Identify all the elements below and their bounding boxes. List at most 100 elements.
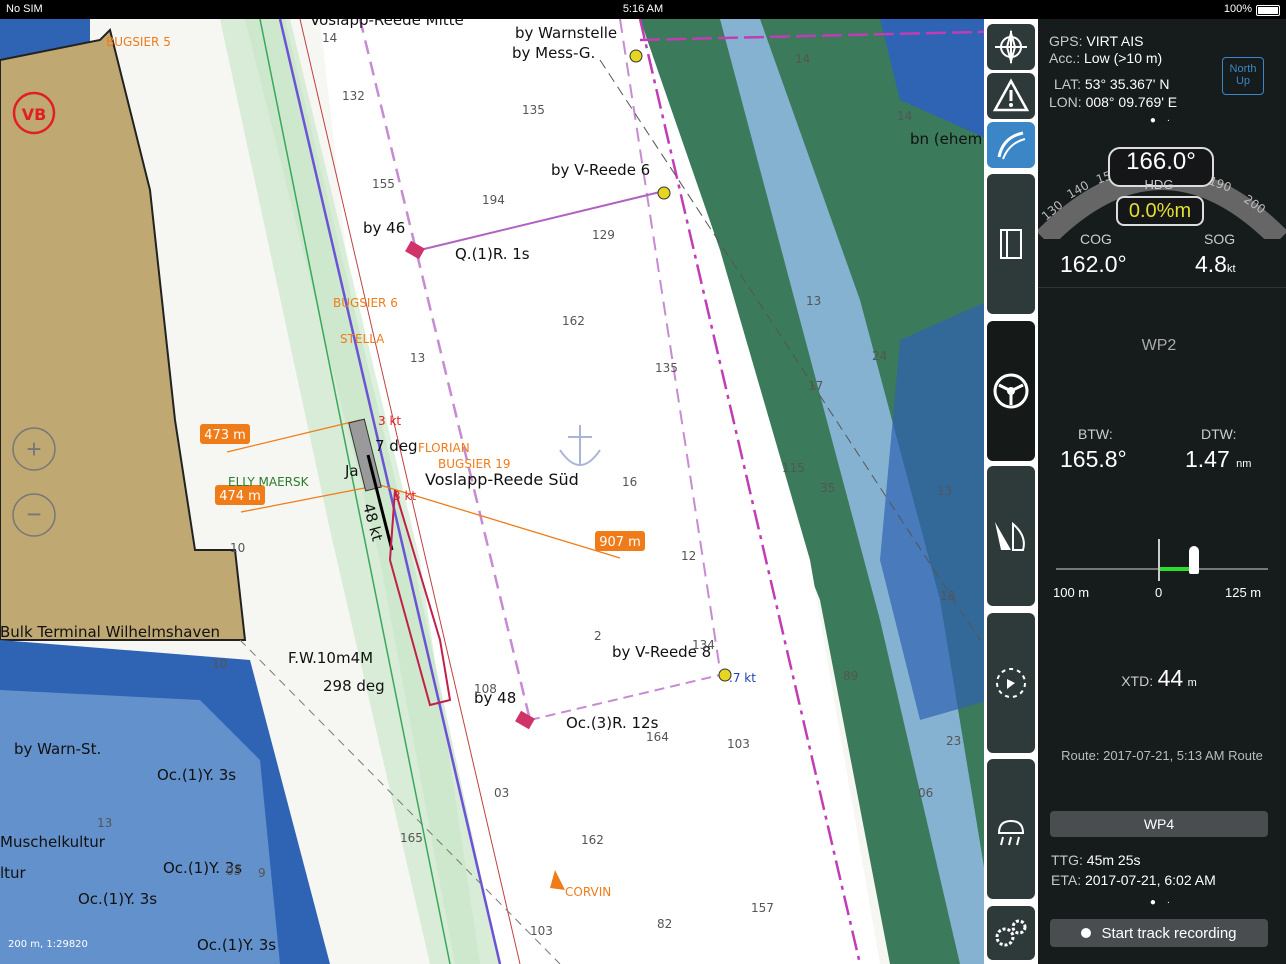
depth-sounding: 12 xyxy=(681,549,696,563)
svg-text:by V-Reede 6: by V-Reede 6 xyxy=(551,161,650,179)
clock: 5:16 AM xyxy=(622,3,664,15)
eta-row: ETA: 2017-07-21, 6:02 AM xyxy=(1051,872,1216,888)
btw-label: BTW: xyxy=(1078,426,1113,442)
warning-icon xyxy=(993,78,1029,112)
cross-track-center xyxy=(1158,539,1160,581)
depth-sounding: 135 xyxy=(522,103,545,117)
anchor-alarm-button[interactable] xyxy=(987,613,1035,753)
svg-text:3 kt: 3 kt xyxy=(393,489,416,503)
depth-sounding: 17 xyxy=(808,379,823,393)
svg-text:473 m: 473 m xyxy=(204,428,246,443)
route-button[interactable] xyxy=(987,122,1035,168)
svg-text:by Warn-St.: by Warn-St. xyxy=(14,740,101,758)
depth-sounding: 132 xyxy=(342,89,365,103)
ttg-row: TTG: 45m 25s xyxy=(1051,852,1141,868)
xtd-row: XTD: 44 m xyxy=(1121,665,1197,691)
depth-sounding: 162 xyxy=(581,833,604,847)
svg-text:Muschelkultur: Muschelkultur xyxy=(0,833,106,851)
svg-text:ltur: ltur xyxy=(0,864,27,882)
depth-sounding: 103 xyxy=(727,737,750,751)
compass-button[interactable] xyxy=(987,24,1035,70)
depth-sounding: 10 xyxy=(212,657,227,671)
svg-text:Voslapp-Reede Süd: Voslapp-Reede Süd xyxy=(425,470,579,489)
svg-text:by 46: by 46 xyxy=(363,219,405,237)
depth-sounding: 165 xyxy=(400,831,423,845)
anchor-alarm-icon xyxy=(996,668,1026,698)
svg-text:Oc.(1)Y. 3s: Oc.(1)Y. 3s xyxy=(197,936,276,954)
depth-sounding: 2 xyxy=(594,629,602,643)
warnings-button[interactable] xyxy=(987,73,1035,119)
svg-text:F.W.10m4M: F.W.10m4M xyxy=(288,649,373,667)
current-waypoint: WP2 xyxy=(1141,337,1177,354)
depth-sounding: 03 xyxy=(226,864,241,878)
depth-sounding: 9 xyxy=(258,866,266,880)
depth-sounding: 13 xyxy=(410,351,425,365)
xte-left-label: 100 m xyxy=(1053,585,1090,600)
gps-row: GPS: VIRT AIS xyxy=(1049,33,1144,49)
dtw-label: DTW: xyxy=(1201,426,1237,442)
depth-sounding: 194 xyxy=(482,193,505,207)
depth-sounding: 108 xyxy=(474,682,497,696)
depth-sounding: 03 xyxy=(494,786,509,800)
page-dots: ● · xyxy=(1149,115,1175,126)
depth-sounding: 115 xyxy=(782,461,805,475)
sail-icon xyxy=(995,521,1025,551)
svg-text:7 deg: 7 deg xyxy=(375,437,418,455)
depth-sounding: 24 xyxy=(872,349,887,363)
svg-text:STELLA: STELLA xyxy=(340,332,385,346)
longitude-row: LON: 008° 09.769' E xyxy=(1049,94,1178,110)
svg-text:Oc.(3)R. 12s: Oc.(3)R. 12s xyxy=(566,714,659,732)
svg-text:298 deg: 298 deg xyxy=(323,677,385,695)
north-up-toggle[interactable]: North Up xyxy=(1222,57,1264,95)
xte-center-label: 0 xyxy=(1155,585,1163,600)
xte-right-label: 125 m xyxy=(1225,585,1262,600)
depth-sounding: 10 xyxy=(230,541,245,555)
boat-marker-icon xyxy=(1189,546,1199,574)
chart-toolbar xyxy=(984,19,1038,964)
helm-icon xyxy=(993,373,1029,409)
depth-sounding: 155 xyxy=(372,177,395,191)
accuracy-row: Acc.: Low (>10 m) xyxy=(1049,50,1163,66)
sailing-button[interactable] xyxy=(987,466,1035,606)
status-bar: No SIM 5:16 AM 100% xyxy=(0,0,1286,19)
hdg-label: HDG xyxy=(1144,177,1174,192)
svg-text:FLORIAN: FLORIAN xyxy=(418,441,470,455)
svg-text:ELLY MAERSK: ELLY MAERSK xyxy=(228,475,310,489)
svg-text:Oc.(1)Y. 3s: Oc.(1)Y. 3s xyxy=(157,766,236,784)
svg-text:200 m, 1:29820: 200 m, 1:29820 xyxy=(8,939,88,950)
plus-icon: + xyxy=(26,434,41,464)
chart-book-icon xyxy=(1000,229,1022,259)
dtw-row: 1.47 nm xyxy=(1185,446,1252,472)
record-track-button[interactable]: Start track recording xyxy=(1050,919,1268,947)
svg-text:474 m: 474 m xyxy=(219,489,261,504)
svg-text:bn (ehem: bn (ehem xyxy=(910,130,982,148)
depth-sounding: 35 xyxy=(820,481,835,495)
minus-icon: − xyxy=(26,499,41,529)
navigation-panel: GPS: VIRT AIS Acc.: Low (>10 m) LAT: 53°… xyxy=(1038,19,1286,964)
depth-sounding: 162 xyxy=(562,314,585,328)
depth-sounding: 06 xyxy=(918,786,933,800)
svg-text:Q.(1)R. 1s: Q.(1)R. 1s xyxy=(455,245,530,263)
svg-text:Bulk Terminal Wilhelmshaven: Bulk Terminal Wilhelmshaven xyxy=(0,623,220,641)
svg-text:Ja: Ja xyxy=(344,462,359,480)
depth-sounding: 14 xyxy=(322,31,337,45)
depth-sounding: 13 xyxy=(806,294,821,308)
svg-text:3 kt: 3 kt xyxy=(378,414,401,428)
weather-button[interactable] xyxy=(987,759,1035,899)
cog-label: COG xyxy=(1080,231,1112,247)
svg-text:.7 kt: .7 kt xyxy=(729,671,756,685)
svg-text:BUGSIER 5: BUGSIER 5 xyxy=(106,35,171,49)
svg-text:BUGSIER 19: BUGSIER 19 xyxy=(438,457,510,471)
depth-sounding: 13 xyxy=(937,484,952,498)
next-waypoint-button[interactable]: WP4 xyxy=(1050,811,1268,837)
navigation-mode-button[interactable] xyxy=(987,321,1035,461)
route-icon xyxy=(997,131,1026,160)
svg-text:VB: VB xyxy=(22,105,47,124)
svg-text:by Mess-G.: by Mess-G. xyxy=(512,44,595,62)
depth-sounding: 16 xyxy=(622,475,637,489)
depth-sounding: 89 xyxy=(843,669,858,683)
settings-button[interactable] xyxy=(987,906,1035,960)
depth-sounding: 157 xyxy=(751,901,774,915)
depth-sounding: 103 xyxy=(530,924,553,938)
chart-book-button[interactable] xyxy=(987,174,1035,314)
